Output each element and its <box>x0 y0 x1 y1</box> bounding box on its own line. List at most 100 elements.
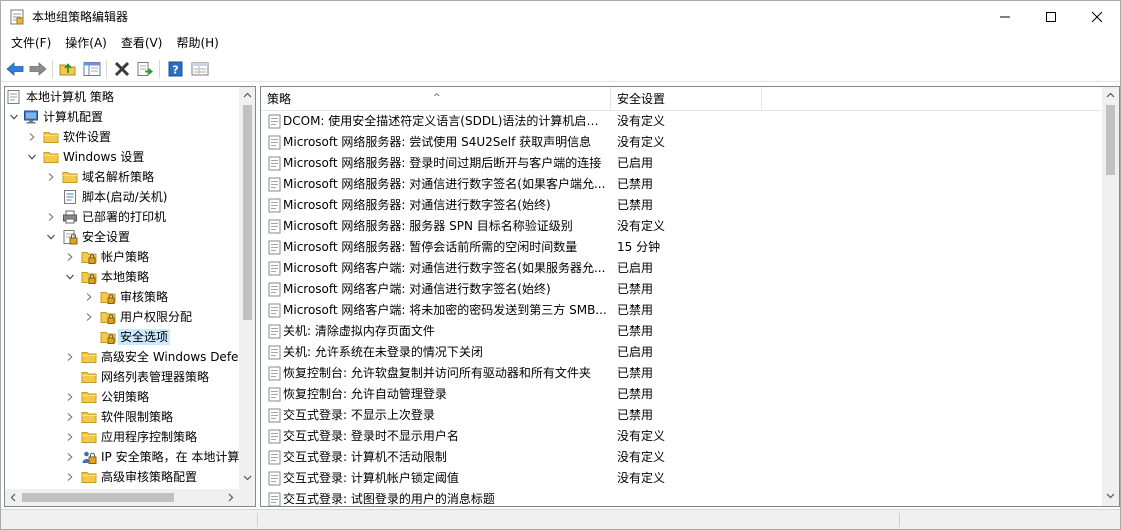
menu-view[interactable]: 查看(V) <box>114 32 170 54</box>
close-button[interactable] <box>1074 1 1120 32</box>
help-button[interactable]: ? <box>165 58 187 80</box>
forward-arrow-icon <box>29 62 47 76</box>
chevron-right-icon[interactable] <box>65 452 75 462</box>
chevron-right-icon[interactable] <box>84 312 94 322</box>
tree-horizontal-scroll-thumb[interactable] <box>22 493 174 502</box>
tree-item-label: 本地计算机 策略 <box>26 90 114 104</box>
policy-row[interactable]: 交互式登录: 计算机不活动限制 没有定义 <box>261 447 1101 468</box>
menu-file[interactable]: 文件(F) <box>4 32 58 54</box>
policy-setting-icon <box>268 429 281 444</box>
tree-item[interactable]: 帐户策略 <box>5 247 239 267</box>
policy-row[interactable]: Microsoft 网络服务器: 登录时间过期后断开与客户端的连接 已启用 <box>261 153 1101 174</box>
policy-row[interactable]: 关机: 清除虚拟内存页面文件 已禁用 <box>261 321 1101 342</box>
list-vertical-scrollbar[interactable] <box>1102 87 1119 506</box>
up-one-level-button[interactable] <box>57 58 79 80</box>
locked-folder-icon <box>81 272 97 284</box>
policy-row[interactable]: Microsoft 网络客户端: 对通信进行数字签名(始终) 已禁用 <box>261 279 1101 300</box>
policy-row[interactable]: 关机: 允许系统在未登录的情况下关闭 已启用 <box>261 342 1101 363</box>
tree-item[interactable]: 高级审核策略配置 <box>5 467 239 487</box>
policy-row[interactable]: Microsoft 网络服务器: 暂停会话前所需的空闲时间数量 15 分钟 <box>261 237 1101 258</box>
policy-row[interactable]: Microsoft 网络服务器: 对通信进行数字签名(始终) 已禁用 <box>261 195 1101 216</box>
chevron-right-icon[interactable] <box>46 172 56 182</box>
scroll-up-icon[interactable] <box>243 91 252 100</box>
tree-item[interactable]: 域名解析策略 <box>5 167 239 187</box>
script-icon <box>64 190 76 204</box>
maximize-button[interactable] <box>1028 1 1074 32</box>
chevron-right-icon[interactable] <box>65 392 75 402</box>
show-hide-tree-button[interactable] <box>81 58 103 80</box>
tree-item[interactable]: 高级安全 Windows Defe <box>5 347 239 367</box>
policy-row[interactable]: 交互式登录: 不显示上次登录 已禁用 <box>261 405 1101 426</box>
scroll-down-icon[interactable] <box>243 473 252 482</box>
policy-row[interactable]: Microsoft 网络服务器: 服务器 SPN 目标名称验证级别 没有定义 <box>261 216 1101 237</box>
tree-item[interactable]: Windows 设置 <box>5 147 239 167</box>
tree-item[interactable]: 脚本(启动/关机) <box>5 187 239 207</box>
tree-item[interactable]: 软件设置 <box>5 127 239 147</box>
tree-item-label: 本地策略 <box>101 270 150 284</box>
column-header-setting[interactable]: 安全设置 <box>611 87 761 111</box>
chevron-right-icon[interactable] <box>65 252 75 262</box>
tree-item[interactable]: 软件限制策略 <box>5 407 239 427</box>
tree-item[interactable]: 公钥策略 <box>5 387 239 407</box>
policy-name: Microsoft 网络客户端: 对通信进行数字签名(如果服务器允... <box>283 261 606 275</box>
policy-row[interactable]: 交互式登录: 计算机帐户锁定阈值 没有定义 <box>261 468 1101 489</box>
tree-item[interactable]: 审核策略 <box>5 287 239 307</box>
policy-setting-value: 已禁用 <box>617 366 654 380</box>
tree-vertical-scrollbar[interactable] <box>239 87 255 489</box>
tree-item[interactable]: 用户权限分配 <box>5 307 239 327</box>
scroll-right-icon[interactable] <box>226 493 235 502</box>
chevron-right-icon[interactable] <box>65 432 75 442</box>
list-vertical-scroll-thumb[interactable] <box>1106 105 1115 175</box>
minimize-button[interactable] <box>982 1 1028 32</box>
tree-item[interactable]: 本地计算机 策略 <box>5 87 239 107</box>
tree-item[interactable]: 计算机配置 <box>5 107 239 127</box>
tree-vertical-scroll-thumb[interactable] <box>243 105 252 320</box>
tree-item[interactable]: 应用程序控制策略 <box>5 427 239 447</box>
chevron-right-icon[interactable] <box>65 352 75 362</box>
back-arrow-icon <box>6 62 24 76</box>
chevron-right-icon[interactable] <box>46 212 56 222</box>
policy-row[interactable]: 恢复控制台: 允许软盘复制并访问所有驱动器和所有文件夹 已禁用 <box>261 363 1101 384</box>
back-button[interactable] <box>4 58 26 80</box>
scroll-down-icon[interactable] <box>1106 491 1115 500</box>
forward-button[interactable] <box>27 58 49 80</box>
export-list-button[interactable] <box>134 58 156 80</box>
policy-setting-value: 已禁用 <box>617 198 654 212</box>
scroll-left-icon[interactable] <box>9 493 18 502</box>
tree-item[interactable]: 本地策略 <box>5 267 239 287</box>
policy-row[interactable]: DCOM: 使用安全描述符定义语言(SDDL)语法的计算机启动... 没有定义 <box>261 111 1101 132</box>
chevron-right-icon[interactable] <box>65 412 75 422</box>
tree-item[interactable]: 已部署的打印机 <box>5 207 239 227</box>
policy-row[interactable]: Microsoft 网络客户端: 将未加密的密码发送到第三方 SMB... 已禁用 <box>261 300 1101 321</box>
title-bar[interactable]: 本地组策略编辑器 <box>1 1 1120 32</box>
menu-help[interactable]: 帮助(H) <box>169 32 225 54</box>
policy-row[interactable]: Microsoft 网络客户端: 对通信进行数字签名(如果服务器允... 已启用 <box>261 258 1101 279</box>
scroll-up-icon[interactable] <box>1106 91 1115 100</box>
tree-item[interactable]: 安全设置 <box>5 227 239 247</box>
chevron-right-icon[interactable] <box>84 292 94 302</box>
tree-item[interactable]: 安全选项 <box>5 327 239 347</box>
menu-action[interactable]: 操作(A) <box>58 32 114 54</box>
chevron-right-icon[interactable] <box>27 132 37 142</box>
policy-row[interactable]: 交互式登录: 试图登录的用户的消息标题 <box>261 489 1101 506</box>
policy-row[interactable]: Microsoft 网络服务器: 尝试使用 S4U2Self 获取声明信息 没有定… <box>261 132 1101 153</box>
chevron-right-icon[interactable] <box>65 472 75 482</box>
policy-row[interactable]: 恢复控制台: 允许自动管理登录 已禁用 <box>261 384 1101 405</box>
tree-item[interactable]: 网络列表管理器策略 <box>5 367 239 387</box>
policy-setting-icon <box>268 303 281 318</box>
policy-row[interactable]: 交互式登录: 登录时不显示用户名 没有定义 <box>261 426 1101 447</box>
policy-list[interactable]: 策略 ^ 安全设置 DCOM: 使用安全描述符定义语言(SDDL)语法的计算机启… <box>260 86 1120 507</box>
navigation-tree[interactable]: 本地计算机 策略计算机配置 软件设置 Windows 设置 域名解析策略 脚本(启动/关… <box>4 86 256 507</box>
column-header-policy[interactable]: 策略 ^ <box>261 87 610 111</box>
chevron-down-icon[interactable] <box>65 272 75 282</box>
tree-item[interactable]: IP 安全策略，在 本地计算 <box>5 447 239 467</box>
properties-button[interactable] <box>189 58 211 80</box>
chevron-down-icon[interactable] <box>9 112 19 122</box>
computer-icon <box>24 110 38 124</box>
policy-setting-value: 没有定义 <box>617 450 666 464</box>
chevron-down-icon[interactable] <box>46 232 56 242</box>
tree-horizontal-scrollbar[interactable] <box>5 489 239 506</box>
policy-row[interactable]: Microsoft 网络服务器: 对通信进行数字签名(如果客户端允... 已禁用 <box>261 174 1101 195</box>
delete-button[interactable] <box>111 58 133 80</box>
chevron-down-icon[interactable] <box>27 152 37 162</box>
